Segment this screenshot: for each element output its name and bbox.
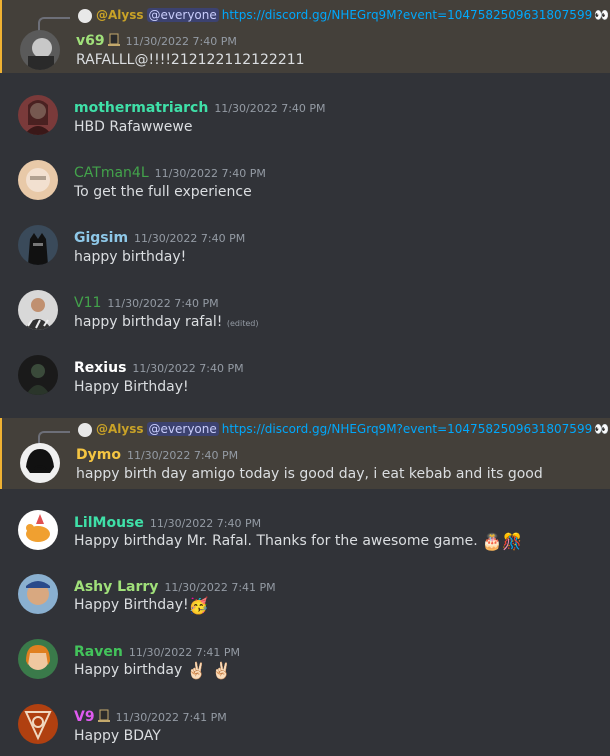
message-text: RAFALLL@!!!!212122112122211 [76, 52, 305, 68]
eyes-emoji: 👀 [594, 8, 610, 22]
edited-tag: (edited) [226, 319, 259, 328]
message: V9 11/30/2022 7:41 PM Happy BDAY [0, 704, 610, 754]
everyone-mention[interactable]: @everyone [146, 8, 219, 22]
cake-confetti-emoji: 🎂🎊 [482, 532, 522, 551]
avatar[interactable] [18, 704, 58, 744]
message-text: To get the full experience [74, 184, 252, 200]
message-text: happy birthday! [74, 249, 187, 265]
message-mention-highlight: @Alyss @everyone https://discord.gg/NHEGrq… [0, 418, 610, 489]
avatar[interactable] [20, 443, 60, 483]
avatar[interactable] [18, 355, 58, 395]
message-text: Happy birthday [74, 662, 183, 678]
message-text: happy birthday rafal! [74, 314, 223, 330]
timestamp: 11/30/2022 7:40 PM [125, 35, 237, 48]
username[interactable]: Rexius [74, 360, 126, 376]
username[interactable]: Dymo [76, 447, 121, 463]
username[interactable]: v69 [76, 33, 105, 49]
reply-preview[interactable]: @Alyss @everyone https://discord.gg/NHEGrq… [2, 420, 610, 445]
timestamp: 11/30/2022 7:40 PM [132, 362, 244, 375]
username[interactable]: CATman4L [74, 165, 149, 181]
avatar[interactable] [20, 30, 60, 70]
top-hat-icon [97, 709, 110, 722]
username[interactable]: Gigsim [74, 230, 128, 246]
timestamp: 11/30/2022 7:40 PM [149, 517, 262, 530]
message-text: HBD Rafawwewe [74, 119, 193, 135]
message: LilMouse 11/30/2022 7:40 PM Happy birthda… [0, 510, 610, 560]
reply-preview[interactable]: @Alyss @everyone https://discord.gg/NHEGrq… [2, 6, 610, 31]
message: Raven 11/30/2022 7:41 PM Happy birthday ✌… [0, 639, 610, 689]
username[interactable]: V9 [74, 709, 95, 725]
message-content: Happy birthday ✌🏻 ✌🏻 [74, 661, 232, 680]
reply-link[interactable]: https://discord.gg/NHEGrq9M?event=104758… [222, 422, 592, 436]
message: V11 11/30/2022 7:40 PM happy birthday raf… [0, 290, 610, 340]
victory-hand-emoji: ✌🏻 ✌🏻 [186, 661, 232, 680]
reply-username[interactable]: @Alyss [96, 8, 144, 22]
timestamp: 11/30/2022 7:41 PM [164, 581, 276, 594]
top-hat-icon [107, 33, 120, 46]
username[interactable]: Raven [74, 644, 123, 660]
message-content: Happy Birthday!🥳 [74, 596, 209, 615]
username[interactable]: mothermatriarch [74, 100, 208, 116]
message-text: Happy birthday Mr. Rafal. Thanks for the… [74, 533, 478, 549]
message-text: happy birth day amigo today is good day,… [76, 466, 543, 482]
timestamp: 11/30/2022 7:41 PM [128, 646, 241, 659]
avatar[interactable] [18, 95, 58, 135]
timestamp: 11/30/2022 7:40 PM [154, 167, 266, 180]
message: mothermatriarch 11/30/2022 7:40 PM HBD Ra… [0, 95, 610, 145]
avatar[interactable] [18, 290, 58, 330]
reply-avatar [78, 9, 92, 23]
avatar[interactable] [18, 639, 58, 679]
username[interactable]: V11 [74, 295, 101, 311]
message: Ashy Larry 11/30/2022 7:41 PM Happy Birth… [0, 574, 610, 624]
message-text: Happy BDAY [74, 728, 161, 744]
reply-username[interactable]: @Alyss [96, 422, 144, 436]
message-text: Happy Birthday! [74, 597, 189, 613]
avatar[interactable] [18, 510, 58, 550]
avatar[interactable] [18, 160, 58, 200]
everyone-mention[interactable]: @everyone [146, 422, 219, 436]
message-text: Happy Birthday! [74, 379, 189, 395]
timestamp: 11/30/2022 7:40 PM [214, 102, 326, 115]
reply-avatar [78, 423, 92, 437]
username[interactable]: Ashy Larry [74, 579, 158, 595]
party-face-emoji: 🥳 [188, 596, 209, 615]
message: Rexius 11/30/2022 7:40 PM Happy Birthday! [0, 355, 610, 405]
message-content: happy birthday rafal! (edited) [74, 314, 258, 330]
message-mention-highlight: @Alyss @everyone https://discord.gg/NHEGrq… [0, 0, 610, 73]
avatar[interactable] [18, 574, 58, 614]
username[interactable]: LilMouse [74, 515, 144, 531]
message: Gigsim 11/30/2022 7:40 PM happy birthday! [0, 225, 610, 275]
message: CATman4L 11/30/2022 7:40 PM To get the fu… [0, 160, 610, 210]
eyes-emoji: 👀 [594, 422, 610, 436]
reply-link[interactable]: https://discord.gg/NHEGrq9M?event=104758… [222, 8, 592, 22]
timestamp: 11/30/2022 7:40 PM [107, 297, 219, 310]
message-content: Happy birthday Mr. Rafal. Thanks for the… [74, 532, 522, 551]
avatar[interactable] [18, 225, 58, 265]
reply-spine [38, 17, 70, 31]
timestamp: 11/30/2022 7:40 PM [126, 449, 239, 462]
timestamp: 11/30/2022 7:41 PM [115, 711, 227, 724]
timestamp: 11/30/2022 7:40 PM [134, 232, 246, 245]
